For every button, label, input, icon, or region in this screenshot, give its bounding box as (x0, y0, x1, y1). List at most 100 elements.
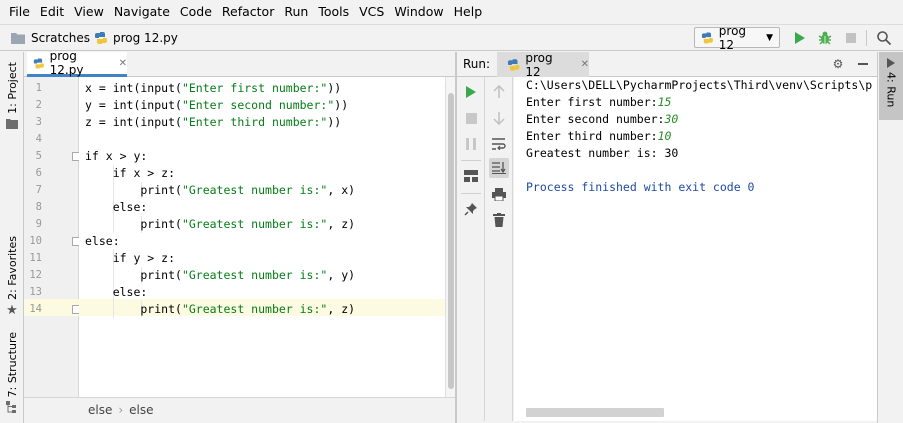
line-number: 13 (29, 286, 42, 298)
code-line: if x > y: (85, 149, 148, 163)
string-literal: "Greatest number is:" (181, 183, 328, 197)
run-button[interactable] (790, 28, 810, 48)
code-line: z = int(input("Enter third number:")) (85, 115, 342, 129)
run-console[interactable]: C:\Users\DELL\PycharmProjects\Third\venv… (514, 77, 877, 421)
breadcrumb-separator: › (84, 31, 89, 45)
python-icon (701, 32, 713, 43)
hide-panel-button[interactable] (855, 56, 871, 72)
menu-window[interactable]: Window (389, 0, 448, 24)
code-line: y = int(input("Enter second number:")) (85, 98, 349, 112)
run-toolbar-secondary (485, 77, 513, 421)
line-number: 12 (29, 269, 42, 281)
toolbar-separator (461, 160, 481, 161)
menu-edit[interactable]: Edit (35, 0, 69, 24)
code-line: print("Greatest number is:", x) (85, 183, 356, 197)
string-literal: "Enter second number:" (181, 98, 335, 112)
breadcrumb-item[interactable]: else (88, 403, 112, 417)
pin-tab-button[interactable] (461, 199, 481, 219)
print-button[interactable] (489, 184, 509, 204)
console-exit-line: Process finished with exit code 0 (526, 180, 755, 194)
line-number: 6 (35, 167, 42, 179)
chevron-down-icon: ▼ (766, 32, 773, 43)
play-icon (795, 32, 805, 44)
previous-occurrence-button[interactable] (489, 82, 509, 102)
gear-icon: ⚙ (832, 57, 844, 71)
next-occurrence-button[interactable] (489, 108, 509, 128)
menu-file[interactable]: File (4, 0, 35, 24)
run-panel-header: Run: prog 12 ✕ ⚙ (457, 51, 877, 79)
menu-navigate[interactable]: Navigate (109, 0, 175, 24)
stop-process-button[interactable] (461, 108, 481, 128)
run-tab-prog-12[interactable]: prog 12 ✕ (497, 51, 589, 79)
debug-button[interactable] (815, 28, 835, 48)
run-panel-title: Run: (463, 57, 491, 71)
console-command-line: C:\Users\DELL\PycharmProjects\Third\venv… (526, 78, 873, 92)
rerun-button[interactable] (461, 82, 481, 102)
structure-tool-tab[interactable]: 7: Structure (2, 332, 22, 414)
run-settings-button[interactable]: ⚙ (830, 56, 846, 72)
menu-tools[interactable]: Tools (313, 0, 354, 24)
pin-icon (464, 203, 477, 216)
console-line: Enter third number:10 (526, 128, 671, 145)
close-icon[interactable]: ✕ (581, 59, 589, 70)
console-prompt: Enter first number: (526, 95, 658, 109)
search-everywhere-button[interactable] (874, 28, 894, 48)
console-line: Enter first number:15 (526, 94, 671, 111)
menu-run[interactable]: Run (279, 0, 313, 24)
breadcrumb-scratches[interactable]: Scratches (10, 25, 90, 51)
code-line: else: (85, 285, 148, 299)
menu-help[interactable]: Help (449, 0, 488, 24)
stop-button[interactable] (841, 28, 861, 48)
string-literal: "Greatest number is:" (181, 217, 328, 231)
soft-wrap-button[interactable] (489, 134, 509, 154)
console-user-input: 10 (657, 129, 672, 143)
editor-gutter: 1 2 3 4 5 6 7 8 9 10 11 12 13 14 (24, 77, 81, 397)
scroll-to-end-button[interactable] (489, 158, 509, 178)
editor-tab-prog-12[interactable]: prog 12.py ✕ (27, 49, 127, 77)
string-literal: "Enter third number:" (181, 115, 328, 129)
menu-vcs[interactable]: VCS (354, 0, 389, 24)
editor-scrollbar-thumb[interactable] (448, 93, 454, 389)
arrow-up-icon (493, 85, 505, 98)
line-number: 11 (29, 252, 42, 264)
clear-all-button[interactable] (489, 210, 509, 230)
minimize-icon (858, 63, 868, 65)
breadcrumb-file[interactable]: prog 12.py (94, 25, 178, 51)
line-number: 4 (35, 133, 42, 145)
wrap-icon (492, 138, 506, 150)
project-tool-label: 1: Project (5, 62, 19, 114)
editor-breadcrumb: else › else (24, 397, 455, 421)
toolbar-separator (866, 30, 867, 46)
console-prompt: Enter second number: (526, 112, 665, 126)
folder-icon (6, 118, 18, 129)
play-icon (466, 86, 476, 98)
python-file-icon (95, 32, 107, 44)
favorites-tool-tab[interactable]: 2: Favorites ★ (2, 236, 22, 318)
run-configuration-select[interactable]: prog 12 ▼ (694, 24, 780, 52)
navigation-bar: Scratches › prog 12.py prog 12 ▼ (0, 24, 903, 52)
code-editor[interactable]: x = int(input("Enter first number:")) y … (79, 77, 445, 397)
editor-vertical-scrollbar[interactable] (445, 77, 455, 397)
code-line: print("Greatest number is:", z) (85, 217, 356, 231)
menu-code[interactable]: Code (175, 0, 217, 24)
left-tool-strip: 1: Project 2: Favorites ★ 7: Structure (0, 52, 24, 423)
trash-icon (493, 213, 505, 227)
restore-layout-button[interactable] (461, 166, 481, 186)
menu-bar: File Edit View Navigate Code Refactor Ru… (0, 0, 903, 24)
project-tool-tab[interactable]: 1: Project (2, 62, 22, 129)
menu-refactor[interactable]: Refactor (217, 0, 279, 24)
run-tool-tab[interactable]: 4: Run (879, 52, 903, 120)
close-icon[interactable]: ✕ (119, 58, 127, 69)
printer-icon (492, 187, 506, 201)
breadcrumb-scratches-label: Scratches (31, 31, 91, 45)
pause-output-button[interactable] (461, 134, 481, 154)
code-line: else: (85, 234, 120, 248)
string-literal: "Greatest number is:" (181, 302, 328, 316)
scroll-to-end-icon (492, 162, 506, 174)
console-horizontal-scrollbar[interactable] (526, 408, 664, 417)
breadcrumb-item[interactable]: else (129, 403, 153, 417)
stop-icon (846, 33, 856, 43)
console-user-input: 30 (664, 112, 679, 126)
python-icon (507, 58, 520, 71)
menu-view[interactable]: View (69, 0, 109, 24)
